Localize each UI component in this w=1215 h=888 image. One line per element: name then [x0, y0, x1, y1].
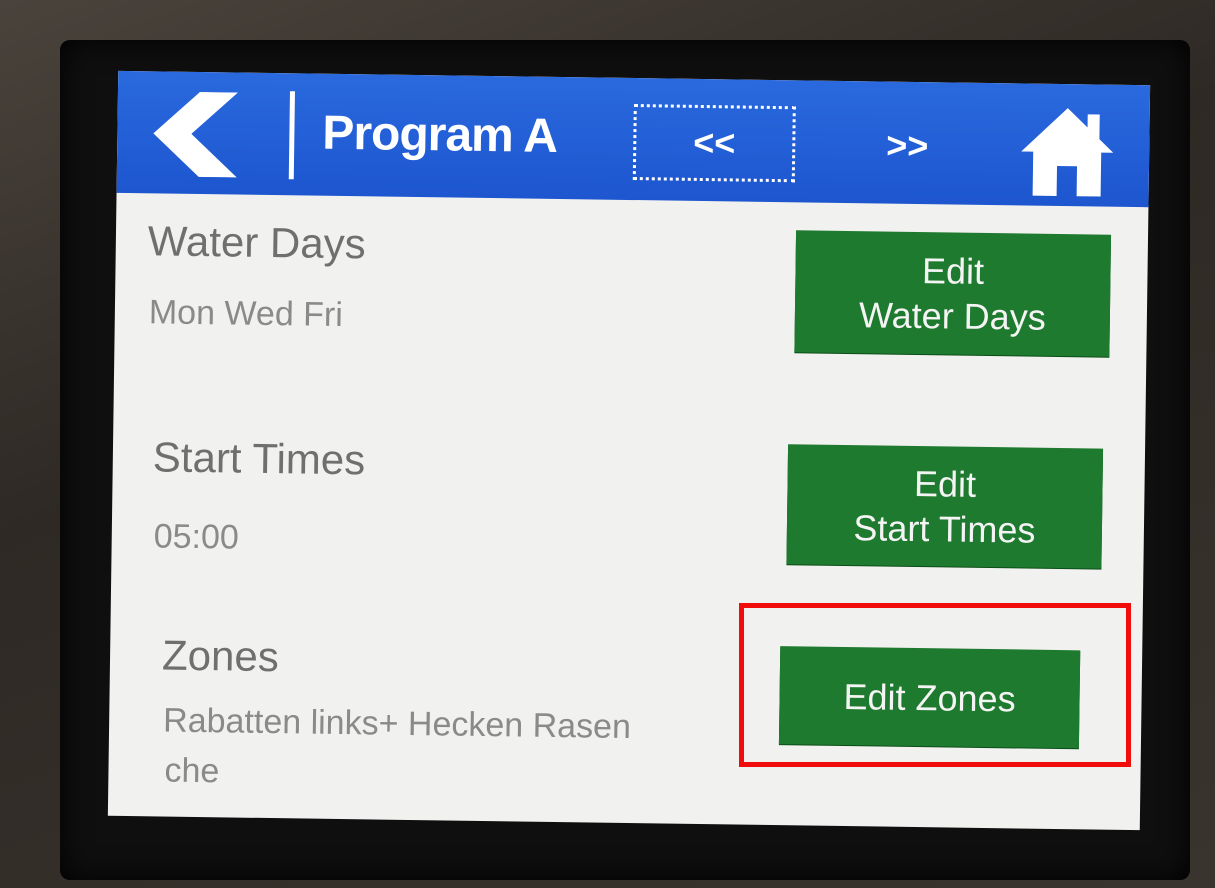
home-icon	[1021, 108, 1114, 197]
home-button[interactable]	[1019, 103, 1116, 200]
header-divider	[288, 91, 295, 180]
zones-label: Zones	[161, 631, 280, 681]
edit-start-times-button[interactable]: Edit Start Times	[786, 444, 1104, 569]
back-button[interactable]	[151, 91, 242, 178]
next-program-button[interactable]: >>	[867, 113, 948, 178]
water-days-label: Water Days	[147, 217, 367, 268]
zones-value-line2: che	[164, 751, 220, 791]
edit-start-times-line2: Start Times	[853, 507, 1036, 551]
back-arrow-icon	[153, 91, 238, 178]
water-days-value: Mon Wed Fri	[148, 293, 344, 334]
edit-water-days-line1: Edit	[921, 250, 985, 292]
edit-water-days-button[interactable]: Edit Water Days	[794, 230, 1112, 357]
page-title: Program A	[322, 106, 558, 163]
edit-water-days-line2: Water Days	[858, 294, 1047, 338]
highlight-box	[739, 603, 1131, 767]
header-bar: Program A << >>	[116, 70, 1151, 208]
zones-value-line1: Rabatten links+ Hecken Rasen	[162, 701, 632, 747]
edit-start-times-line1: Edit	[913, 462, 977, 505]
start-times-label: Start Times	[152, 433, 366, 484]
previous-program-button[interactable]: <<	[632, 104, 796, 183]
start-times-value: 05:00	[153, 517, 240, 557]
